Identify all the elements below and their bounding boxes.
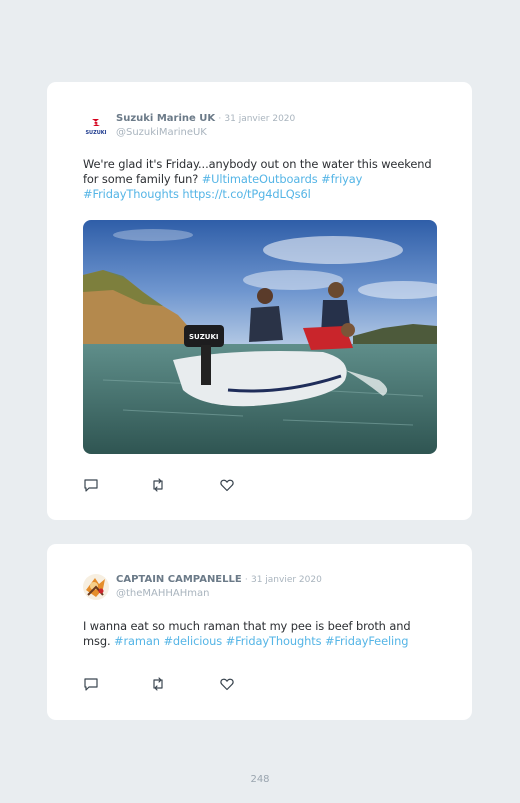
author-handle[interactable]: @theMAHHAHman bbox=[116, 587, 322, 600]
page-number: 248 bbox=[250, 774, 270, 785]
tweet-header: CAPTAIN CAMPANELLE · 31 janvier 2020 @th… bbox=[116, 573, 322, 600]
author-name[interactable]: CAPTAIN CAMPANELLE bbox=[116, 574, 242, 585]
author-handle[interactable]: @SuzukiMarineUK bbox=[116, 126, 295, 139]
retweet-icon[interactable] bbox=[150, 676, 166, 692]
hashtag-link[interactable]: #UltimateOutboards bbox=[202, 172, 318, 186]
hashtag-link[interactable]: #friyay bbox=[321, 172, 362, 186]
url-link[interactable]: https://t.co/tPg4dLQs6l bbox=[182, 187, 310, 201]
like-icon[interactable] bbox=[219, 676, 235, 692]
hashtag-link[interactable]: #FridayFeeling bbox=[325, 634, 408, 648]
hashtag-link[interactable]: #delicious bbox=[163, 634, 222, 648]
hashtag-link[interactable]: #FridayThoughts bbox=[83, 187, 179, 201]
tweet-header: Suzuki Marine UK · 31 janvier 2020 @Suzu… bbox=[116, 112, 295, 139]
separator-dot: · bbox=[218, 114, 222, 124]
cartoon-avatar-icon bbox=[83, 574, 109, 600]
tweet-date[interactable]: 31 janvier 2020 bbox=[251, 575, 322, 585]
tweet-actions bbox=[83, 477, 243, 493]
suzuki-logo-icon: SUZUKI bbox=[83, 114, 109, 140]
tweet-actions bbox=[83, 676, 243, 692]
tweet-card: SUZUKI Suzuki Marine UK · 31 janvier 202… bbox=[47, 82, 472, 520]
reply-icon[interactable] bbox=[83, 477, 99, 493]
like-icon[interactable] bbox=[219, 477, 235, 493]
avatar[interactable] bbox=[83, 574, 109, 600]
hashtag-link[interactable]: #FridayThoughts bbox=[226, 634, 322, 648]
tweet-text: We're glad it's Friday...anybody out on … bbox=[83, 157, 438, 202]
tweet-date[interactable]: 31 janvier 2020 bbox=[224, 114, 295, 124]
avatar-logo-text: SUZUKI bbox=[85, 130, 106, 136]
separator-dot: · bbox=[244, 575, 248, 585]
motor-brand-text: SUZUKI bbox=[189, 333, 219, 341]
avatar[interactable]: SUZUKI bbox=[83, 114, 109, 140]
hashtag-link[interactable]: #raman bbox=[114, 634, 160, 648]
tweet-card: CAPTAIN CAMPANELLE · 31 janvier 2020 @th… bbox=[47, 544, 472, 720]
author-name[interactable]: Suzuki Marine UK bbox=[116, 113, 215, 124]
tweet-photo[interactable]: SUZUKI bbox=[83, 220, 437, 454]
retweet-icon[interactable] bbox=[150, 477, 166, 493]
reply-icon[interactable] bbox=[83, 676, 99, 692]
boat-photo-image: SUZUKI bbox=[83, 220, 437, 454]
tweet-text: I wanna eat so much raman that my pee is… bbox=[83, 619, 438, 649]
